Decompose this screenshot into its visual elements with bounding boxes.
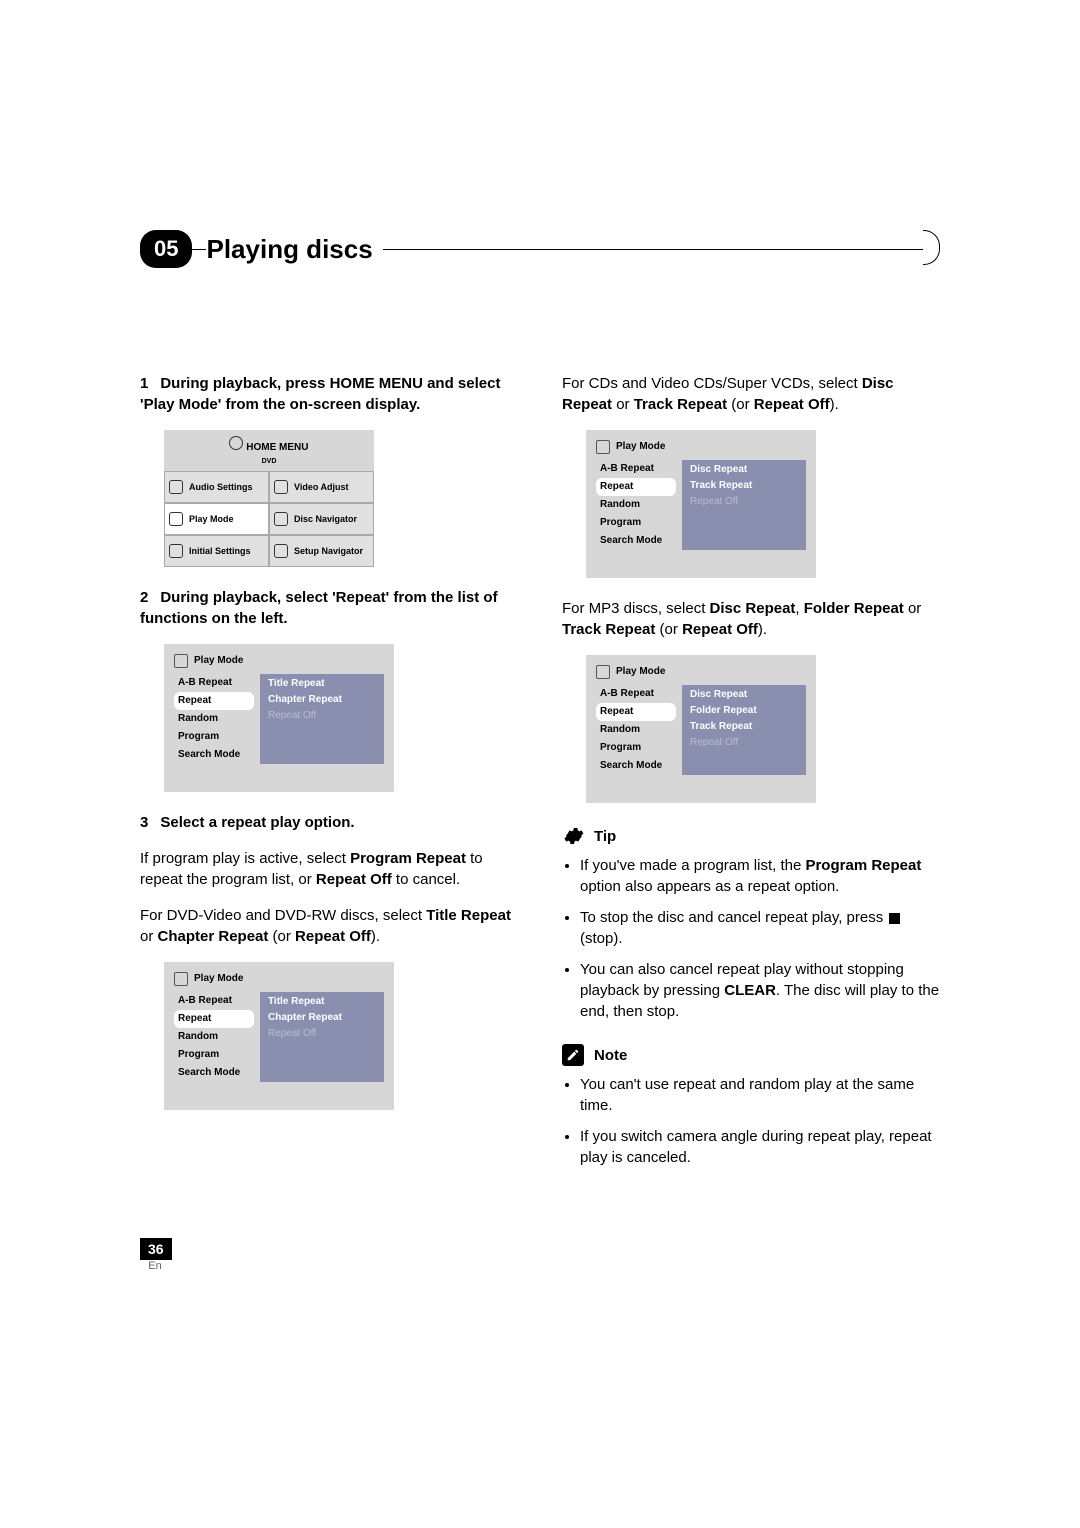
language-code: En: [140, 1260, 170, 1272]
page-number: 36: [140, 1238, 172, 1260]
chapter-header: 05 Playing discs: [140, 230, 940, 268]
step3-body2: For DVD-Video and DVD-RW discs, select T…: [140, 905, 518, 947]
note-callout: Note: [562, 1044, 940, 1066]
tip-callout: Tip: [562, 825, 940, 847]
chapter-number: 05: [140, 230, 192, 268]
col2-p2: For MP3 discs, select Disc Repeat, Folde…: [562, 598, 940, 640]
play-mode-screenshot-cd: Play Mode A-B Repeat Repeat Random Progr…: [586, 430, 816, 578]
right-column: For CDs and Video CDs/Super VCDs, select…: [562, 358, 940, 1178]
note-list: You can't use repeat and random play at …: [562, 1074, 940, 1168]
play-mode-screenshot-mp3: Play Mode A-B Repeat Repeat Random Progr…: [586, 655, 816, 803]
step-3: 3Select a repeat play option.: [140, 812, 518, 833]
tip-title: Tip: [594, 826, 616, 847]
chapter-title: Playing discs: [206, 234, 382, 265]
step3-body1: If program play is active, select Progra…: [140, 848, 518, 890]
col2-p1: For CDs and Video CDs/Super VCDs, select…: [562, 373, 940, 415]
left-column: 1During playback, press HOME MENU and se…: [140, 358, 518, 1178]
tip-list: If you've made a program list, the Progr…: [562, 855, 940, 1022]
stop-icon: [889, 913, 900, 924]
page-footer: 36 En: [140, 1238, 940, 1272]
step-1: 1During playback, press HOME MENU and se…: [140, 373, 518, 415]
tip-icon: [562, 825, 584, 847]
home-menu-screenshot: HOME MENU DVD Audio Settings Video Adjus…: [164, 430, 374, 567]
play-mode-screenshot-1: Play Mode A-B Repeat Repeat Random Progr…: [164, 644, 394, 792]
step-2: 2During playback, select 'Repeat' from t…: [140, 587, 518, 629]
note-title: Note: [594, 1045, 627, 1066]
play-mode-screenshot-2: Play Mode A-B Repeat Repeat Random Progr…: [164, 962, 394, 1110]
note-icon: [562, 1044, 584, 1066]
